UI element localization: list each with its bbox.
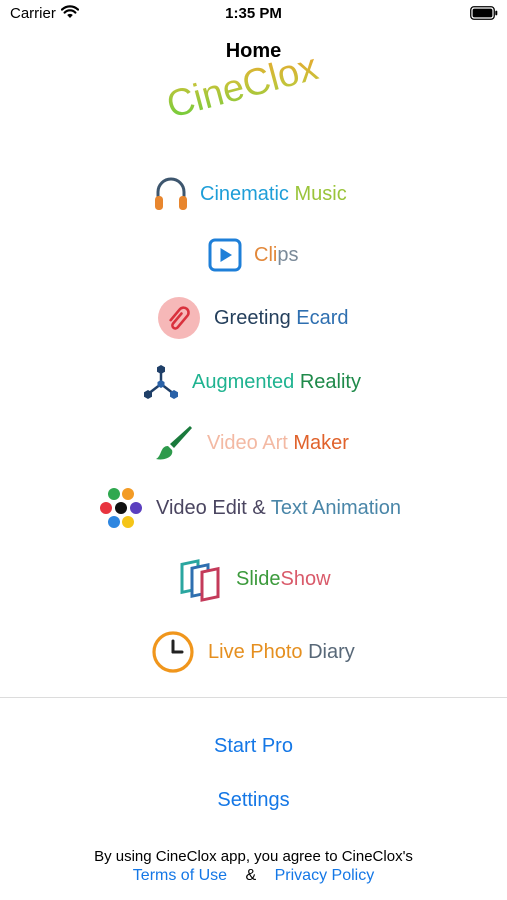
stacked-frames-icon (180, 559, 220, 602)
menu-item-slideshow[interactable]: SlideShow (179, 555, 331, 603)
consent-text: By using CineClox app, you agree to Cine… (94, 848, 413, 865)
menu-label-part-b: Reality (299, 370, 361, 393)
menu-label-part-b: Music (294, 182, 347, 205)
menu-label-part-a: Video Art (207, 431, 288, 454)
menu-label-part-b: Show (280, 567, 331, 590)
privacy-policy-link[interactable]: Privacy Policy (275, 867, 375, 884)
menu-label-part-b: ps (277, 243, 299, 266)
menu-label-part-a: Augmented (192, 370, 295, 393)
status-bar: Carrier 1:35 PM (0, 0, 507, 30)
divider (0, 697, 507, 698)
legal-links: Terms of Use & Privacy Policy (0, 867, 507, 885)
play-icon (208, 238, 242, 272)
menu-label-video-art-maker: Video Art Maker (207, 432, 349, 455)
terms-of-use-link[interactable]: Terms of Use (133, 867, 227, 884)
menu-item-augmented-reality[interactable]: Augmented Reality (142, 363, 361, 401)
menu-label-part-a: Video Edit & (156, 496, 266, 519)
color-dots-icon (100, 488, 142, 528)
menu-item-cinematic-music[interactable]: Cinematic Music (152, 174, 347, 214)
menu-label-part-b: Maker (293, 431, 349, 454)
menu-item-live-photo-diary[interactable]: Live Photo Diary (151, 630, 355, 674)
menu-label-part-a: Greeting (214, 306, 291, 329)
menu-label-clips: Clips (254, 244, 298, 267)
menu-label-part-b: Diary (308, 640, 355, 663)
menu-item-video-edit-text-animation[interactable]: Video Edit & Text Animation (99, 487, 401, 529)
menu-label-part-a: Cinematic (200, 182, 289, 205)
menu-label-augmented-reality: Augmented Reality (192, 371, 361, 394)
menu-label-part-a: Live Photo (208, 640, 303, 663)
battery-icon (470, 6, 498, 20)
paperclip-icon (158, 297, 200, 339)
menu-label-cinematic-music: Cinematic Music (200, 183, 347, 206)
menu-item-greeting-ecard[interactable]: Greeting Ecard (158, 296, 349, 340)
menu-item-video-art-maker[interactable]: Video Art Maker (154, 424, 349, 462)
menu-label-greeting-ecard: Greeting Ecard (214, 307, 349, 330)
paintbrush-icon (156, 426, 192, 460)
menu-label-part-b: Text Animation (270, 496, 401, 519)
menu-label-slideshow: SlideShow (236, 568, 331, 591)
clock: 1:35 PM (225, 5, 282, 22)
clock-icon (152, 631, 194, 673)
menu-label-video-edit-text-animation: Video Edit & Text Animation (156, 497, 401, 520)
molecule-icon (144, 365, 178, 399)
cineclox-logo: CineClox (163, 46, 322, 126)
menu-label-part-a: Cli (254, 243, 278, 266)
menu-label-part-b: Ecard (296, 306, 349, 329)
menu-label-live-photo-diary: Live Photo Diary (208, 641, 355, 664)
headphones-icon (155, 177, 187, 210)
start-pro-button[interactable]: Start Pro (0, 735, 507, 758)
logo-text: CineClox (163, 46, 322, 126)
settings-button[interactable]: Settings (0, 789, 507, 812)
menu-label-part-a: Slide (236, 567, 281, 590)
menu-item-clips[interactable]: Clips (208, 237, 298, 273)
ampersand: & (245, 867, 257, 884)
